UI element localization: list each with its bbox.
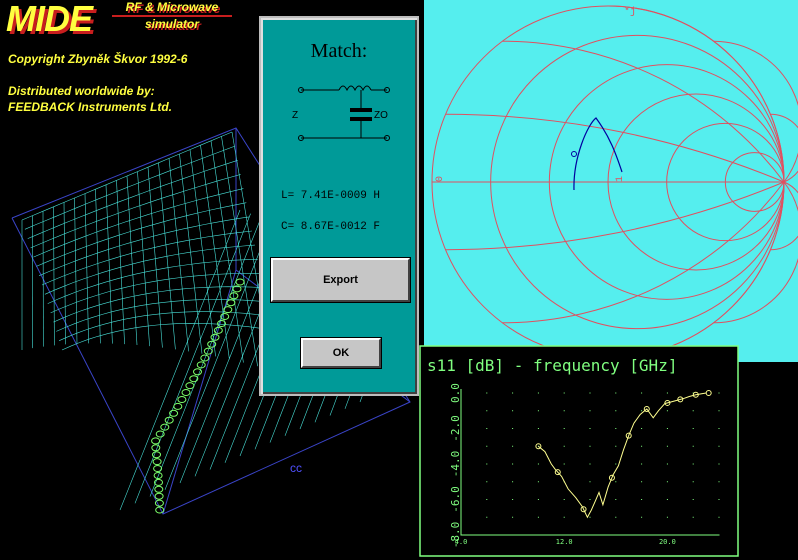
- surface-trace-marker: [154, 485, 164, 493]
- smith-label-zero: 0: [435, 176, 446, 182]
- surface-trace-marker: [153, 465, 163, 472]
- surface-axis-label: cc: [290, 461, 302, 475]
- surface-trace-marker: [203, 347, 213, 355]
- y-tick-label: -4.0: [449, 451, 462, 478]
- app-subtitle: RF & Microwave simulator: [112, 0, 232, 32]
- capacitor-symbol: [350, 108, 372, 112]
- surface-trace-marker: [151, 444, 161, 452]
- s11-plot[interactable]: s11 [dB] - frequency [GHz] 0.0 -2.0 -4.0 -6…: [419, 345, 739, 557]
- surface-trace-marker: [226, 299, 236, 307]
- plot-frame: [419, 345, 739, 557]
- y-tick-label: -6.0: [449, 486, 462, 513]
- surface-trace-marker: [152, 451, 161, 459]
- port-right-label: ZO: [374, 110, 388, 121]
- distributor-line1: Distributed worldwide by:: [8, 84, 155, 98]
- smith-chart[interactable]: *j 0 1: [424, 0, 798, 362]
- x-tick-label: 4.0: [455, 538, 468, 546]
- ok-button[interactable]: OK: [300, 337, 382, 369]
- surface-trace-marker: [177, 396, 187, 403]
- match-dialog: Match: Z ZO L= 7.41E-0009 H C= 8.67E-001…: [259, 16, 419, 396]
- surface-trace-marker: [193, 368, 202, 376]
- smith-label-one: 1: [615, 176, 626, 182]
- y-tick-label: 0.0: [449, 383, 462, 403]
- export-button[interactable]: Export: [270, 257, 411, 303]
- capacitance-value: C= 8.67E-0012 F: [281, 221, 381, 233]
- surface-trace-marker: [154, 499, 164, 507]
- surface-trace-marker: [151, 437, 161, 445]
- smith-label-j: *j: [624, 6, 636, 18]
- dialog-title: Match:: [310, 40, 368, 62]
- subtitle-line2: simulator: [144, 17, 199, 31]
- surface-trace-marker: [235, 278, 245, 286]
- plot-title: s11 [dB] - frequency [GHz]: [427, 356, 677, 375]
- surface-trace-marker: [152, 458, 162, 466]
- inductor-symbol: [338, 85, 372, 92]
- subtitle-line1: RF & Microwave: [112, 0, 232, 17]
- surface-trace-marker: [200, 354, 210, 362]
- match-circuit-diagram: Z ZO: [292, 85, 390, 141]
- surface-trace-marker: [223, 306, 233, 314]
- port-left-label: Z: [292, 110, 298, 121]
- surface-trace-marker: [155, 430, 165, 438]
- surface-trace-marker: [154, 492, 164, 500]
- surface-trace-marker: [189, 375, 199, 383]
- distributor-line2: FEEDBACK Instruments Ltd.: [8, 100, 173, 114]
- inductance-value: L= 7.41E-0009 H: [281, 190, 381, 202]
- surface-trace-marker: [173, 402, 183, 410]
- y-tick-label: -2.0: [449, 415, 462, 442]
- surface-trace-marker: [181, 389, 191, 396]
- app-logo: MIDE: [6, 0, 93, 39]
- surface-trace-marker: [196, 361, 206, 369]
- x-tick-label: 20.0: [659, 538, 676, 546]
- surface-trace-marker: [185, 382, 195, 390]
- x-tick-label: 12.0: [556, 538, 573, 546]
- copyright-text: Copyright Zbyněk Škvor 1992-6: [8, 52, 188, 66]
